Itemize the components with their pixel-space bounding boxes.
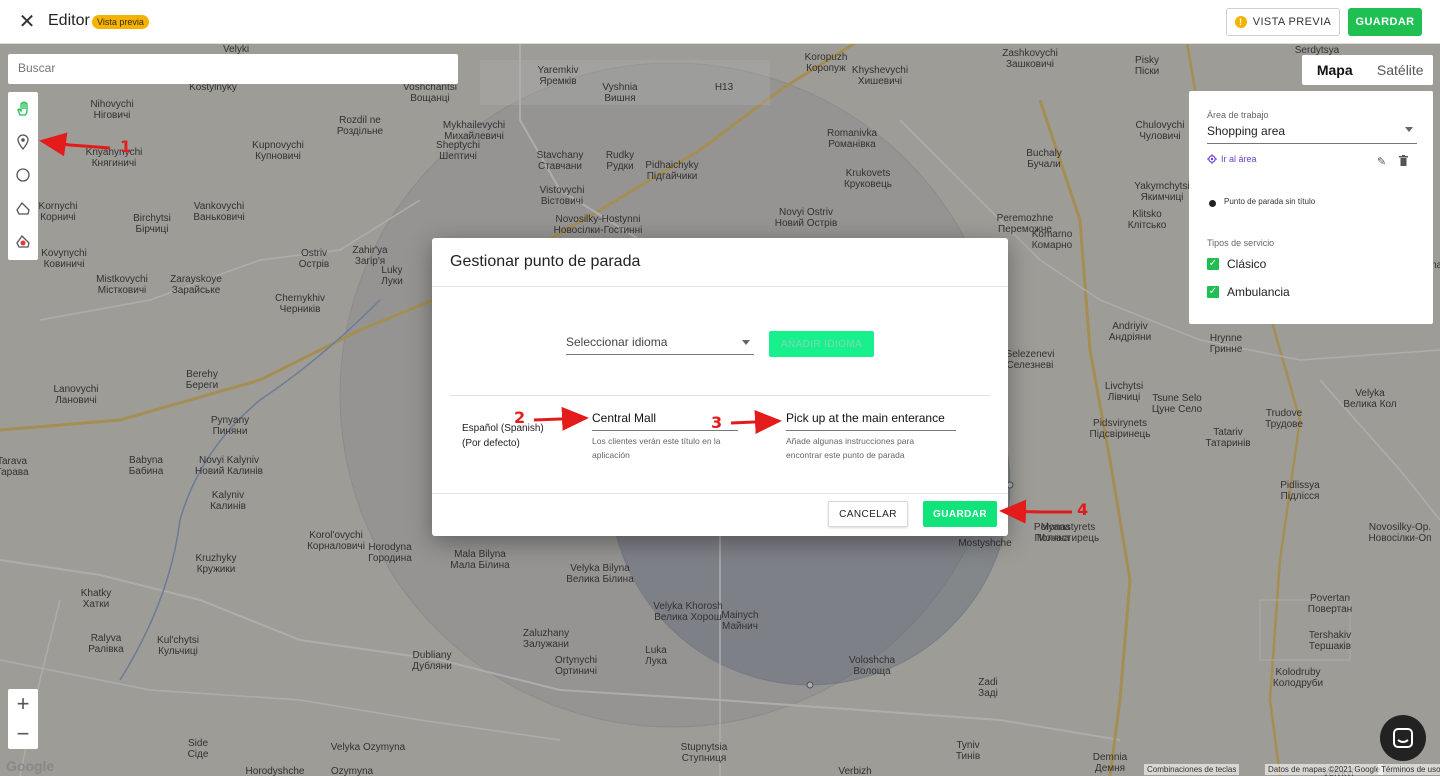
goto-area-link[interactable]: Ir al área [1207,154,1257,164]
service-classic-label: Clásico [1227,257,1267,271]
service-classic-row[interactable]: ✓ Clásico [1207,257,1266,271]
dialog-title: Gestionar punto de parada [450,253,641,270]
search-input[interactable]: Buscar [8,54,458,84]
stop-title-input[interactable]: Central Mall [592,411,738,431]
stop-instructions-hint: Añade algunas instrucciones para encontr… [786,436,915,460]
stop-point-item[interactable]: Punto de parada sin título [1224,197,1315,206]
work-area-value: Shopping area [1207,124,1286,138]
warning-icon: ! [1234,16,1247,28]
work-area-label: Área de trabajo [1207,110,1269,120]
goto-area-label: Ir al área [1221,154,1257,164]
checkbox-checked-icon[interactable]: ✓ [1207,286,1219,298]
language-name: Español (Spanish) (Por defecto) [462,421,562,451]
divider [450,395,990,396]
map-type-toggle: Mapa Satélite [1302,55,1433,85]
checkbox-checked-icon[interactable]: ✓ [1207,258,1219,270]
hand-icon[interactable] [8,92,38,125]
save-button[interactable]: GUARDAR [923,501,997,527]
map-data-attribution: Datos de mapas ©2021 Google [1265,764,1384,775]
circle-icon[interactable] [8,158,38,191]
language-name-line1: Español (Spanish) [462,423,544,434]
work-area-select[interactable]: Shopping area [1207,124,1417,144]
page-title: Editor [48,12,90,29]
target-icon [1207,154,1217,164]
keyboard-shortcuts-link[interactable]: Combinaciones de teclas [1144,764,1240,775]
service-ambulance-row[interactable]: ✓ Ambulancia [1207,285,1290,299]
service-ambulance-label: Ambulancia [1227,285,1290,299]
language-select-placeholder: Seleccionar idioma [566,335,668,349]
stop-instructions-input[interactable]: Pick up at the main enterance [786,411,956,431]
map-type-map[interactable]: Mapa [1302,55,1368,85]
chat-button[interactable] [1380,715,1426,761]
preview-button[interactable]: ! VISTA PREVIA [1226,8,1340,36]
work-area-panel: Área de trabajo Shopping area Ir al área… [1189,91,1433,324]
save-button-top[interactable]: GUARDAR [1348,8,1422,36]
drawing-toolbar [8,92,38,260]
cancel-button[interactable]: CANCELAR [828,501,908,527]
divider [432,493,1008,494]
map-type-satellite[interactable]: Satélite [1368,55,1434,85]
google-logo: Google [6,758,55,774]
zoom-out-button[interactable]: − [8,719,38,749]
divider [432,286,1008,287]
add-language-button[interactable]: AÑADIR IDIOMA [769,331,874,357]
chat-icon [1393,728,1413,748]
chevron-down-icon [742,340,750,345]
pin-icon[interactable] [8,125,38,158]
chevron-down-icon [1405,127,1413,132]
stop-marker-icon [1209,200,1216,207]
zoom-in-button[interactable]: + [8,689,38,719]
preview-badge: Vista previa [92,15,149,29]
top-bar: ✕ Editor Vista previa ! VISTA PREVIA GUA… [0,0,1440,44]
service-types-label: Tipos de servicio [1207,238,1275,248]
language-select[interactable]: Seleccionar idioma [566,335,754,355]
close-icon[interactable]: ✕ [16,11,38,33]
pencil-icon[interactable]: ✎ [1377,155,1386,168]
stop-title-hint: Los clientes verán este título en la apl… [592,436,721,460]
preview-button-label: VISTA PREVIA [1252,16,1332,28]
terms-link[interactable]: Términos de uso [1378,764,1440,775]
area-pin-icon[interactable] [8,224,38,257]
polygon-icon[interactable] [8,191,38,224]
manage-stop-dialog: Gestionar punto de parada Seleccionar id… [432,238,1008,536]
trash-icon[interactable] [1399,155,1408,169]
language-name-line2: (Por defecto) [462,438,520,449]
zoom-controls: + − [8,689,38,749]
